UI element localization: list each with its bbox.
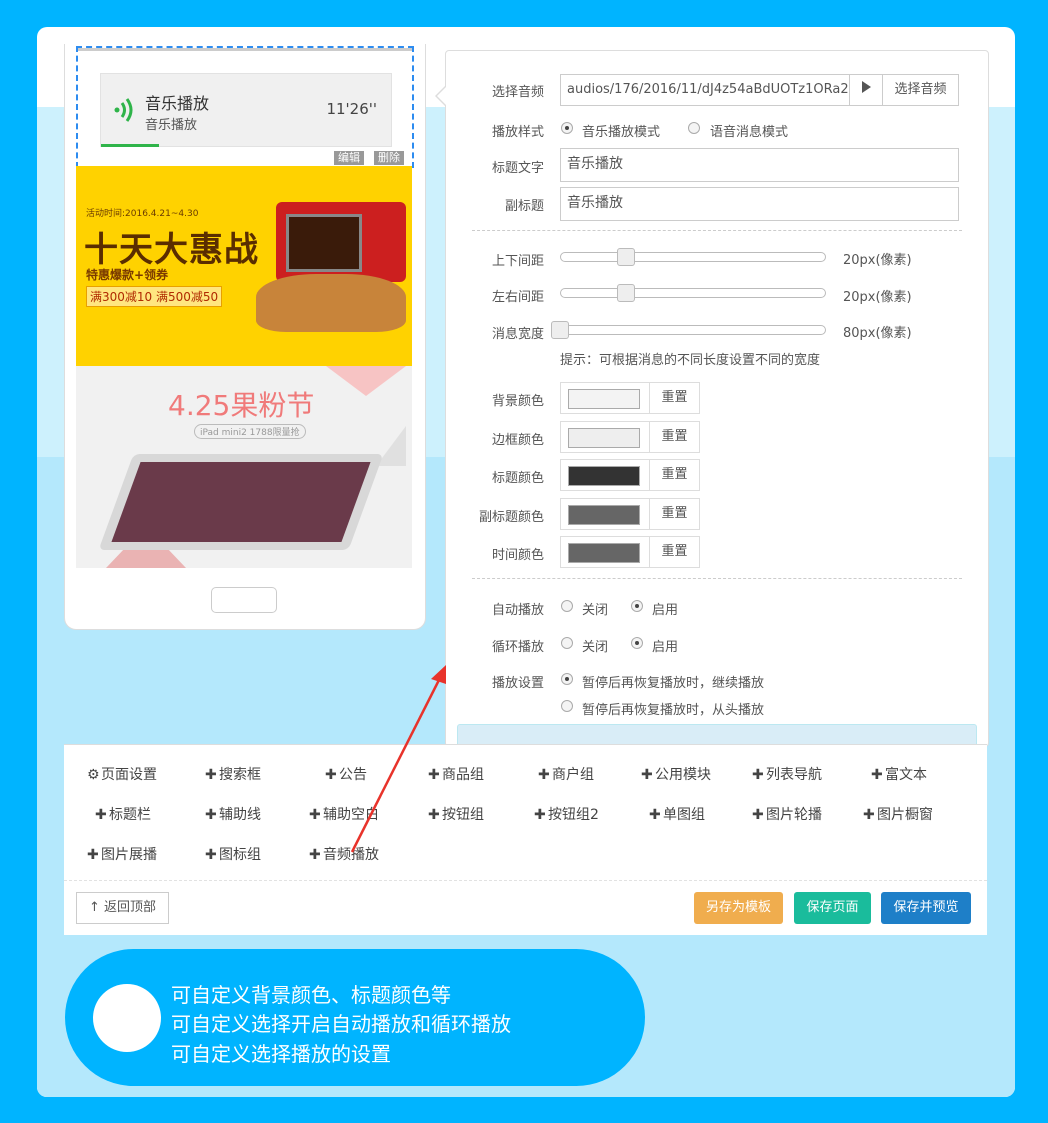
annotation-arrow (350, 665, 446, 853)
